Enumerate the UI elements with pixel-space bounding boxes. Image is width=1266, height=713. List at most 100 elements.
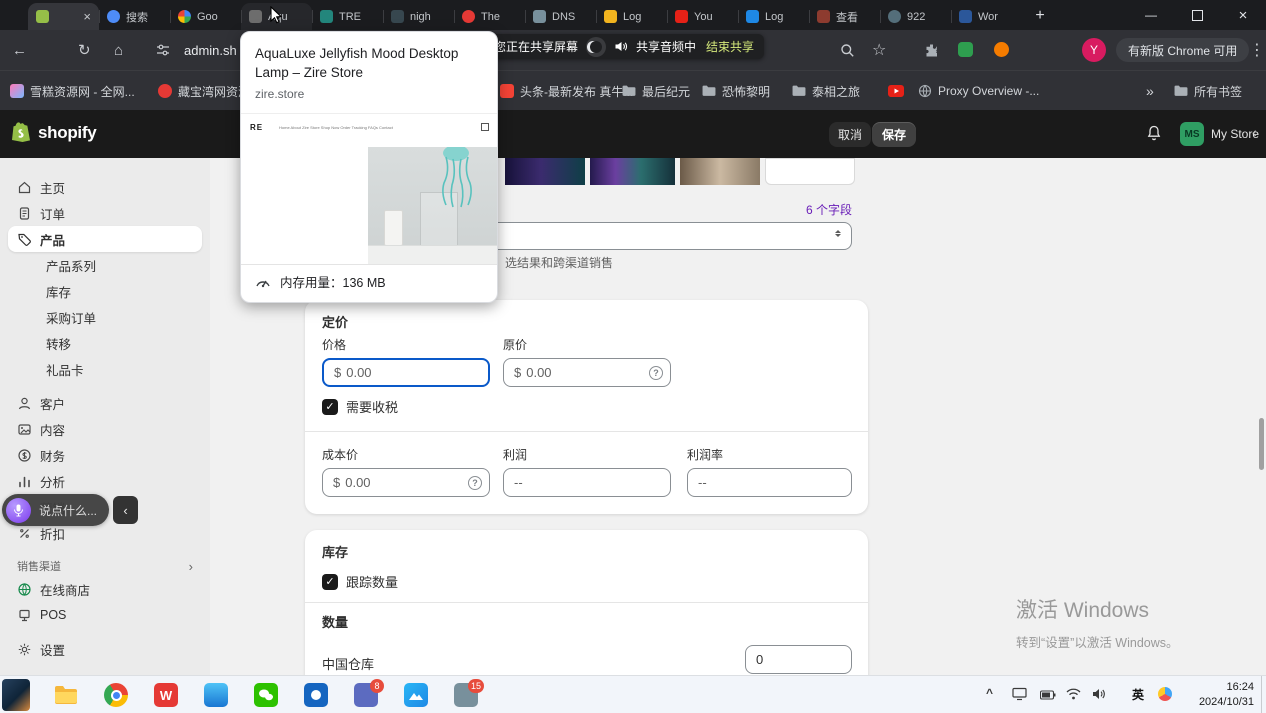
bookmark-youtube[interactable]: [888, 71, 904, 111]
sidebar-item-online-store[interactable]: 在线商店: [8, 576, 202, 602]
sidebar-item-home[interactable]: 主页: [8, 174, 202, 200]
photos-app-button[interactable]: [402, 681, 430, 709]
tab-close-icon[interactable]: ×: [83, 10, 91, 23]
product-media-thumbnail[interactable]: [505, 158, 585, 185]
save-button[interactable]: 保存: [872, 122, 916, 147]
quantity-input[interactable]: 0: [745, 645, 852, 674]
tab-youtube[interactable]: You: [667, 3, 738, 30]
help-icon[interactable]: ?: [468, 476, 482, 490]
microphone-orb[interactable]: [6, 498, 31, 523]
page-scrollbar[interactable]: [1259, 418, 1264, 470]
voice-assistant-widget[interactable]: 说点什么...: [2, 494, 109, 526]
tab-chakan[interactable]: 查看: [809, 3, 880, 30]
tray-battery-icon[interactable]: [1040, 687, 1056, 705]
hide-share-bar-button[interactable]: [586, 37, 606, 57]
all-bookmarks-folder[interactable]: 所有书签: [1174, 71, 1242, 111]
tab-search[interactable]: 搜索: [99, 3, 170, 30]
tab-word[interactable]: Wor: [951, 3, 1022, 30]
tab-the[interactable]: The: [454, 3, 525, 30]
product-media-thumbnail[interactable]: [765, 158, 855, 185]
sidebar-item-purchase-orders[interactable]: 采购订单: [8, 304, 202, 330]
tab-log-2[interactable]: Log: [738, 3, 809, 30]
bookmark-folder[interactable]: 泰相之旅: [792, 71, 860, 111]
tray-wifi-icon[interactable]: [1066, 687, 1081, 705]
app-button-blue[interactable]: [202, 681, 230, 709]
refresh-icon[interactable]: ↻: [78, 30, 91, 70]
back-icon[interactable]: ←: [12, 30, 27, 70]
sidebar-item-transfers[interactable]: 转移: [8, 330, 202, 356]
profile-avatar[interactable]: Y: [1082, 38, 1106, 62]
product-media-thumbnail[interactable]: [590, 158, 675, 185]
tab-tre[interactable]: TRE: [312, 3, 383, 30]
sales-channels-header[interactable]: 销售渠道 ›: [17, 558, 193, 574]
tray-expand-chevron[interactable]: ^: [986, 686, 993, 700]
tray-display-icon[interactable]: [1012, 687, 1027, 706]
file-explorer-button[interactable]: [52, 681, 80, 709]
app-button-with-badge-8[interactable]: 8: [352, 681, 380, 709]
sidebar-item-collections[interactable]: 产品系列: [8, 252, 202, 278]
sidebar-item-settings[interactable]: 设置: [8, 636, 202, 662]
address-url[interactable]: admin.sh: [184, 30, 237, 70]
sidebar-item-analytics[interactable]: 分析: [8, 468, 202, 494]
window-maximize-button[interactable]: [1174, 0, 1220, 30]
stop-sharing-button[interactable]: 结束共享: [706, 38, 754, 55]
sidebar-item-inventory[interactable]: 库存: [8, 278, 202, 304]
chrome-button[interactable]: [102, 681, 130, 709]
wechat-button[interactable]: [252, 681, 280, 709]
sidebar-item-orders[interactable]: 订单: [8, 200, 202, 226]
compare-at-price-input[interactable]: $ 0.00 ?: [503, 358, 671, 387]
cancel-button[interactable]: 取消: [829, 122, 871, 147]
extension-icon-green[interactable]: [958, 42, 973, 57]
extension-icon-orange[interactable]: [994, 42, 1009, 57]
sidebar-item-customers[interactable]: 客户: [8, 390, 202, 416]
store-menu[interactable]: MS My Store: [1180, 122, 1259, 146]
help-icon[interactable]: ?: [649, 366, 663, 380]
taskbar-clock[interactable]: 16:24 2024/10/31: [1199, 680, 1254, 710]
tab-shopify-admin[interactable]: ×: [28, 3, 99, 30]
browser-menu-kebab-icon[interactable]: ⋮: [1249, 30, 1265, 70]
window-minimize-button[interactable]: —: [1128, 0, 1174, 30]
extensions-puzzle-icon[interactable]: [924, 30, 939, 70]
meeting-app-button[interactable]: [302, 681, 330, 709]
sidebar-item-finance[interactable]: 财务: [8, 442, 202, 468]
fields-count-link[interactable]: 6 个字段: [740, 201, 852, 218]
bookmark-item[interactable]: Proxy Overview -...: [918, 71, 1039, 111]
tray-volume-icon[interactable]: [1092, 687, 1106, 705]
chrome-update-chip[interactable]: 有新版 Chrome 可用: [1116, 38, 1249, 62]
tab-google[interactable]: Goo: [170, 3, 241, 30]
sidebar-item-content[interactable]: 内容: [8, 416, 202, 442]
sidebar-item-gift-cards[interactable]: 礼品卡: [8, 356, 202, 382]
wps-button[interactable]: W: [152, 681, 180, 709]
sidebar-item-products[interactable]: 产品: [8, 226, 202, 252]
price-input[interactable]: $ 0.00: [322, 358, 490, 387]
home-icon[interactable]: ⌂: [114, 30, 123, 70]
bookmark-folder[interactable]: 恐怖黎明: [702, 71, 770, 111]
product-media-thumbnail[interactable]: [680, 158, 760, 185]
bookmarks-overflow-icon[interactable]: »: [1146, 71, 1154, 111]
bookmark-folder[interactable]: 最后纪元: [622, 71, 690, 111]
tray-app-icon[interactable]: [1158, 687, 1172, 701]
window-close-button[interactable]: ×: [1220, 0, 1266, 30]
new-tab-button[interactable]: +: [1028, 4, 1052, 28]
sidebar-item-pos[interactable]: POS: [8, 602, 202, 628]
app-button-with-badge-15[interactable]: 15: [452, 681, 480, 709]
bookmark-star-icon[interactable]: ☆: [872, 30, 886, 70]
charge-tax-checkbox[interactable]: ✓: [322, 399, 338, 415]
cost-per-item-input[interactable]: $ 0.00 ?: [322, 468, 490, 497]
bookmark-item[interactable]: 头条-最新发布 真牛...: [500, 71, 633, 111]
widgets-tile[interactable]: [2, 681, 30, 709]
ime-language-indicator[interactable]: 英: [1132, 686, 1144, 703]
tab-922[interactable]: 922: [880, 3, 951, 30]
tab-log-1[interactable]: Log: [596, 3, 667, 30]
shopify-logo[interactable]: shopify: [12, 122, 96, 144]
find-icon[interactable]: [840, 30, 855, 70]
bookmark-item[interactable]: 藏宝湾网资源: [158, 71, 250, 111]
tab-nigh[interactable]: nigh: [383, 3, 454, 30]
bookmark-item[interactable]: 雪糕资源网 - 全网...: [10, 71, 135, 111]
tab-dns[interactable]: DNS: [525, 3, 596, 30]
track-quantity-checkbox[interactable]: ✓: [322, 574, 338, 590]
show-desktop-button[interactable]: [1261, 676, 1266, 713]
collapse-chevron-icon[interactable]: ‹: [1252, 124, 1257, 140]
notifications-bell-icon[interactable]: [1146, 125, 1162, 147]
assistant-collapse-button[interactable]: ‹: [113, 496, 138, 524]
